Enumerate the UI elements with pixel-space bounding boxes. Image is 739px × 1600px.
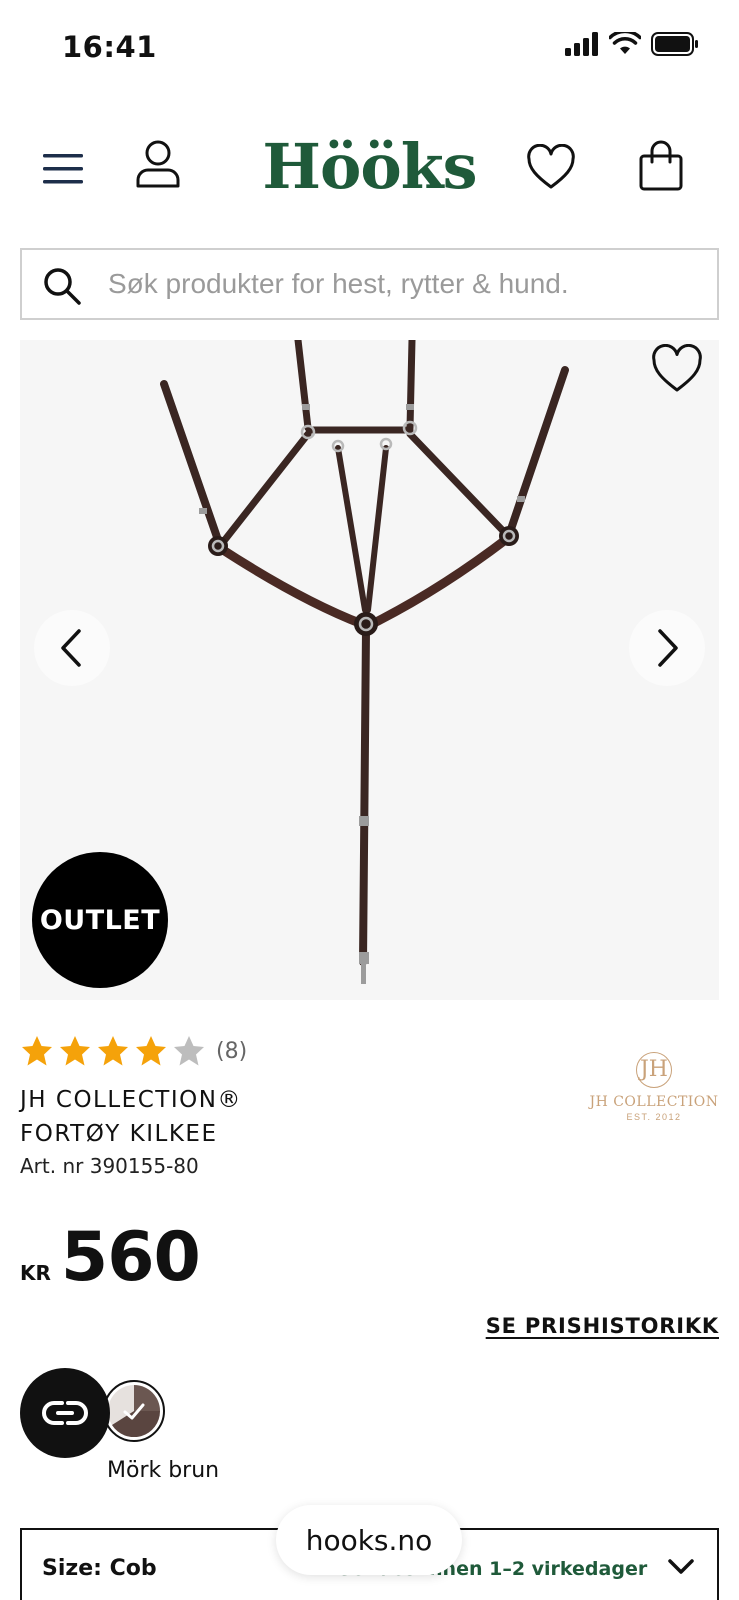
color-swatch-image	[108, 1385, 161, 1438]
brand-logo-name: JH COLLECTION	[589, 1094, 719, 1110]
status-time: 16:41	[62, 30, 157, 64]
price-history-link[interactable]: SE PRISHISTORIKK	[486, 1314, 719, 1338]
search-icon[interactable]	[42, 266, 82, 306]
star-filled-icon	[22, 1036, 52, 1066]
browser-url-pill[interactable]: hooks.no	[276, 1505, 462, 1575]
product-brand: JH COLLECTION®	[20, 1087, 242, 1113]
star-empty-icon	[174, 1036, 204, 1066]
wifi-icon	[609, 32, 641, 54]
star-filled-icon	[60, 1036, 90, 1066]
star-filled-icon	[136, 1036, 166, 1066]
product-name: FORTØY KILKEE	[20, 1121, 218, 1147]
chat-button[interactable]	[20, 1368, 110, 1458]
price-amount: 560	[60, 1218, 201, 1297]
add-to-wishlist-icon[interactable]	[651, 344, 703, 396]
brand-logo-est: EST. 2012	[626, 1112, 682, 1122]
site-header: Hööks	[0, 120, 739, 220]
chevron-right-icon	[658, 629, 678, 667]
price-currency: KR	[20, 1261, 51, 1285]
previous-image-button[interactable]	[34, 610, 110, 686]
star-filled-icon	[98, 1036, 128, 1066]
color-swatch[interactable]	[103, 1380, 165, 1442]
battery-icon	[651, 32, 698, 56]
heart-icon	[527, 143, 575, 189]
shopping-bag-icon	[639, 140, 683, 191]
status-icons	[565, 32, 699, 56]
size-label: Size: Cob	[42, 1556, 157, 1581]
cart-button[interactable]	[638, 140, 684, 192]
chat-icon	[42, 1401, 88, 1425]
next-image-button[interactable]	[629, 610, 705, 686]
outlet-badge: OUTLET	[32, 852, 168, 988]
product-price: KR 560	[20, 1218, 201, 1297]
chevron-down-icon	[668, 1559, 694, 1574]
color-name: Mörk brun	[107, 1458, 220, 1483]
chevron-left-icon	[61, 629, 81, 667]
cellular-signal-icon	[565, 32, 598, 56]
review-count[interactable]: (8)	[216, 1039, 247, 1064]
product-title-block: JH COLLECTION® FORTØY KILKEE Art. nr 390…	[20, 1083, 490, 1178]
brand-monogram: JH	[636, 1052, 672, 1088]
search-input[interactable]	[108, 250, 698, 318]
search-bar	[20, 248, 719, 320]
product-rating[interactable]: (8)	[20, 1034, 247, 1068]
brand-logo[interactable]: JH JH COLLECTION EST. 2012	[584, 1052, 724, 1142]
product-image-gallery[interactable]: OUTLET	[20, 340, 719, 1000]
site-logo[interactable]: Hööks	[0, 130, 739, 203]
wishlist-button[interactable]	[526, 143, 576, 192]
article-number: Art. nr 390155-80	[20, 1154, 199, 1178]
status-bar: 16:41	[0, 0, 739, 90]
